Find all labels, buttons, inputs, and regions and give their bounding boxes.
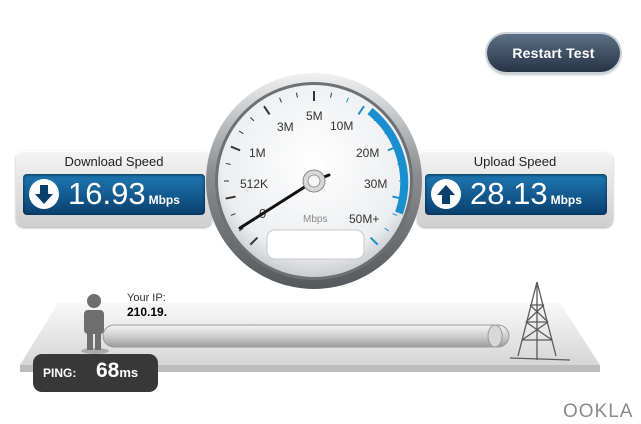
ping-unit: ms xyxy=(119,365,139,380)
speed-gauge: 0 512K 1M 3M 5M 10M 20M 30M 50M+ Mbps xyxy=(206,73,422,289)
gauge-value-box xyxy=(266,229,365,260)
gauge-label-20m: 20M xyxy=(356,146,379,160)
upload-readout: 28.13 Mbps xyxy=(425,174,607,215)
upload-unit: Mbps xyxy=(550,193,582,207)
download-readout: 16.93 Mbps xyxy=(23,174,205,215)
upload-panel: Upload Speed 28.13 Mbps xyxy=(417,151,613,227)
ip-value: 210.19. xyxy=(127,305,168,319)
gauge-label-30m: 30M xyxy=(364,177,387,191)
upload-title: Upload Speed xyxy=(473,154,557,169)
ping-value: 68 xyxy=(96,359,120,382)
gauge-hub-cap xyxy=(307,174,321,188)
ping-label: PING: xyxy=(43,366,77,380)
gauge-unit-label: Mbps xyxy=(303,214,327,225)
arrow-down-icon xyxy=(29,179,59,209)
download-unit: Mbps xyxy=(148,193,180,207)
ping-box: PING: 68ms xyxy=(33,354,158,392)
gauge-label-1m: 1M xyxy=(249,146,266,160)
ookla-logo: OOKLA xyxy=(563,401,634,422)
gauge-label-3m: 3M xyxy=(277,120,294,134)
download-panel: Download Speed 16.93 Mbps xyxy=(16,151,212,227)
restart-test-button[interactable]: Restart Test xyxy=(487,34,620,72)
upload-value: 28.13 xyxy=(470,176,548,211)
download-title: Download Speed xyxy=(64,154,164,169)
arrow-up-icon xyxy=(431,179,461,209)
download-value: 16.93 xyxy=(68,176,146,211)
gauge-label-512k: 512K xyxy=(240,177,268,191)
connection-pipe xyxy=(102,324,510,348)
gauge-label-10m: 10M xyxy=(330,119,353,133)
ip-label: Your IP: xyxy=(127,292,166,304)
gauge-label-50m: 50M+ xyxy=(349,212,379,226)
connection-scene xyxy=(20,281,600,372)
gauge-label-5m: 5M xyxy=(306,109,323,123)
pipe-end xyxy=(487,324,503,348)
